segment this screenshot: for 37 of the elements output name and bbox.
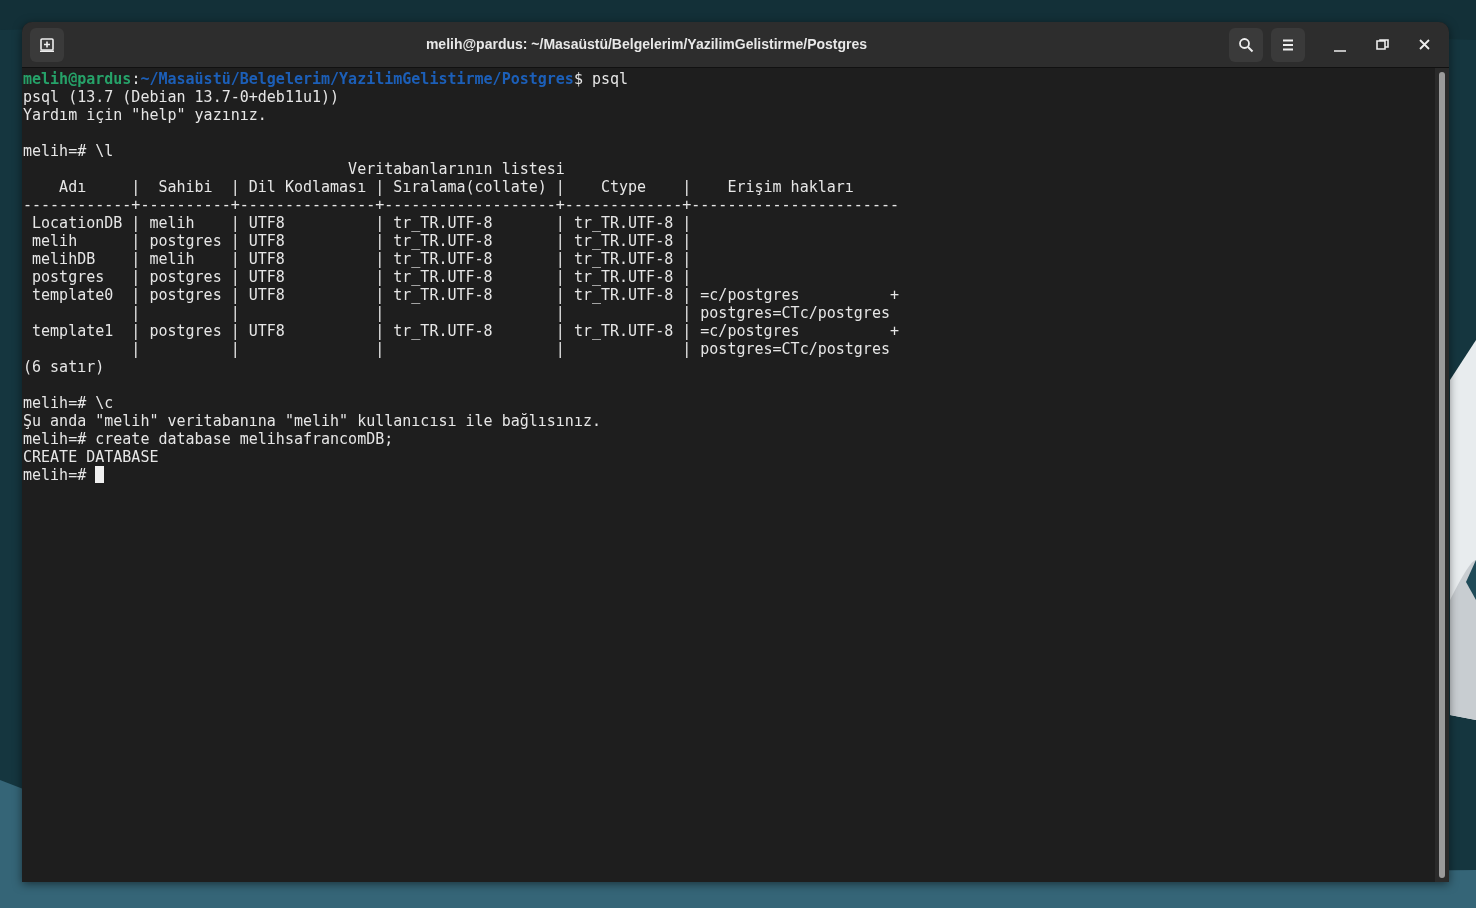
restore-icon <box>1375 39 1389 50</box>
close-icon <box>1418 39 1430 50</box>
terminal-line: CREATE DATABASE <box>23 448 160 466</box>
terminal-line: template0 | postgres | UTF8 | tr_TR.UTF-8 | tr_TR.UTF-8 | =c/postgres + <box>31 286 900 304</box>
terminal-line: ------------+----------+---------------+-------------------+-------------+----------------------- <box>23 196 900 214</box>
terminal-line: Yardım için "help" yazınız. <box>23 106 268 124</box>
terminal-line: LocationDB | melih | UTF8 | tr_TR.UTF-8 | tr_TR.UTF-8 | <box>31 214 693 232</box>
terminal-line: (6 satır) <box>23 358 106 376</box>
terminal-line: psql (13.7 (Debian 13.7-0+deb11u1)) <box>23 88 341 106</box>
text-cursor <box>95 466 105 483</box>
terminal-line: Şu anda "melih" veritabanına "melih" kullanıcısı ile bağlısınız. <box>23 412 602 430</box>
terminal-line: postgres | postgres | UTF8 | tr_TR.UTF-8 | tr_TR.UTF-8 | <box>31 268 693 286</box>
terminal-line: melihDB | melih | UTF8 | tr_TR.UTF-8 | tr_TR.UTF-8 | <box>31 250 693 268</box>
new-tab-icon <box>39 36 55 53</box>
new-tab-button[interactable] <box>30 27 64 62</box>
terminal-line: Adı | Sahibi | Dil Kodlaması | Sıralama(collate) | Ctype | Erişim hakları <box>58 178 855 196</box>
command-text: $ psql <box>573 70 629 88</box>
scrollbar-thumb[interactable] <box>1439 72 1445 878</box>
window-title: melih@pardus: ~/Masaüstü/Belgelerim/YazilimGelistirme/Postgres <box>424 35 869 54</box>
terminal-line: Veritabanlarının listesi <box>347 160 566 178</box>
prompt-path: ~/Masaüstü/Belgelerim/YazilimGelistirme/Postgres <box>140 70 574 88</box>
search-button[interactable] <box>1229 27 1263 62</box>
terminal-line: melih=# \l <box>23 142 115 160</box>
prompt-user: melih@pardus <box>23 70 132 88</box>
terminal-line: | | | | | postgres=CTc/postgres <box>130 340 891 358</box>
terminal-line: melih=# create database melihsafrancomDB; <box>23 430 395 448</box>
terminal-line: melih=# \c <box>23 394 115 412</box>
search-icon <box>1238 36 1254 53</box>
prompt-text: melih=# <box>23 466 87 484</box>
terminal-line: melih | postgres | UTF8 | tr_TR.UTF-8 | tr_TR.UTF-8 | <box>31 232 693 250</box>
prompt-separator: : <box>131 70 141 88</box>
terminal-line: template1 | postgres | UTF8 | tr_TR.UTF-8 | tr_TR.UTF-8 | =c/postgres + <box>31 322 900 340</box>
scrollbar[interactable] <box>1435 68 1449 882</box>
menu-button[interactable] <box>1271 27 1305 62</box>
terminal-line: | | | | | postgres=CTc/postgres <box>130 304 891 322</box>
minimize-icon <box>1334 49 1346 52</box>
menu-icon <box>1281 38 1295 51</box>
